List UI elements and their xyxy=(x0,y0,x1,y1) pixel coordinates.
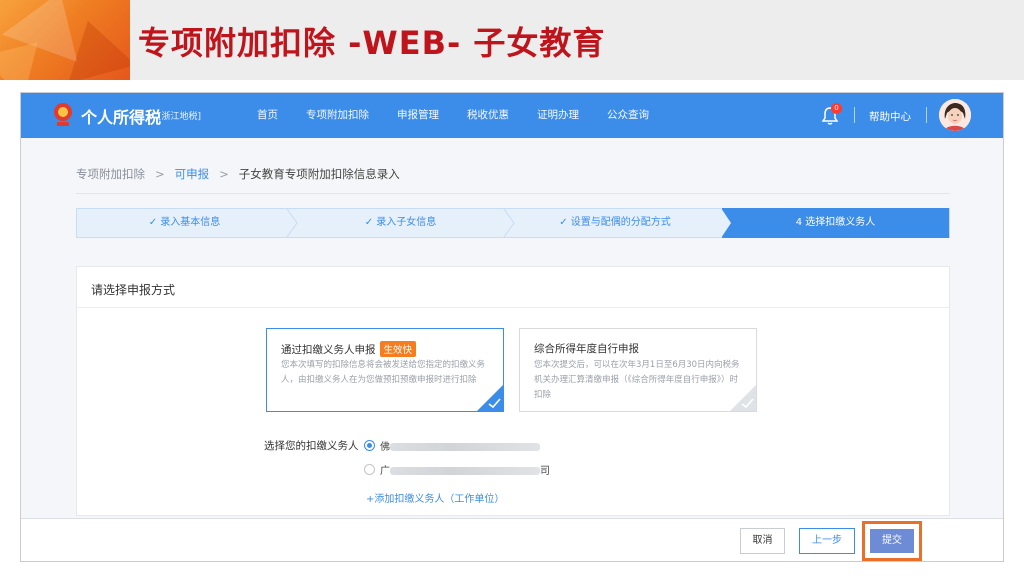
help-center-link[interactable]: 帮助中心 xyxy=(869,109,911,124)
redacted-text xyxy=(390,443,540,451)
slide-header: 专项附加扣除 -WEB- 子女教育 xyxy=(0,0,1024,80)
agent-select-label: 选择您的扣缴义务人 xyxy=(264,440,359,452)
nav-item-certificates[interactable]: 证明办理 xyxy=(537,93,579,138)
option-description: 您本次提交后，可以在次年3月1日至6月30日内向税务机关办理汇算清缴申报（《综合… xyxy=(534,360,740,400)
option-title-text: 综合所得年度自行申报 xyxy=(534,343,639,355)
agent-name-1[interactable]: 佛 xyxy=(380,438,540,453)
cancel-button[interactable]: 取消 xyxy=(740,528,785,554)
slide-title: 专项附加扣除 -WEB- 子女教育 xyxy=(138,24,606,62)
chevron-right-icon: > xyxy=(155,167,165,181)
nav-divider xyxy=(926,107,927,123)
nav-item-special-deduction[interactable]: 专项附加扣除 xyxy=(306,93,369,138)
step-progress: 4 选择扣缴义务人 ✓ 录入基本信息 ✓ 录入子女信息 ✓ 设置与配偶的分配方式 xyxy=(76,208,950,238)
notification-badge: 0 xyxy=(831,103,842,114)
user-avatar-icon xyxy=(939,99,971,131)
submit-button[interactable]: 提交 xyxy=(870,529,914,553)
breadcrumb-divider xyxy=(76,193,950,194)
redacted-text xyxy=(390,467,540,475)
fast-effect-badge: 生效快 xyxy=(379,341,417,357)
option-title: 通过扣缴义务人申报 生效快 xyxy=(281,341,417,357)
logo-text: 个人所得税 xyxy=(81,108,162,127)
card-divider xyxy=(77,307,949,308)
step-2-child-info: ✓ 录入子女信息 xyxy=(364,217,437,228)
nav-menu: 首页 专项附加扣除 申报管理 税收优惠 证明办理 公众查询 xyxy=(257,93,677,138)
action-footer: 取消 上一步 提交 xyxy=(21,518,1003,561)
check-icon xyxy=(741,398,754,409)
card-title: 请选择申报方式 xyxy=(91,283,176,297)
option-via-withholding-agent[interactable]: 通过扣缴义务人申报 生效快 您本次填写的扣除信息将会被发送给您指定的扣缴义务人，… xyxy=(266,328,504,412)
step-arrow xyxy=(721,208,731,238)
tax-emblem-icon xyxy=(54,103,72,126)
option-title-text: 通过扣缴义务人申报 xyxy=(281,343,376,356)
step-4-select-agent: 4 选择扣缴义务人 xyxy=(722,208,949,238)
previous-step-button[interactable]: 上一步 xyxy=(799,528,855,554)
breadcrumb: 专项附加扣除 > 可申报 > 子女教育专项附加扣除信息录入 xyxy=(76,166,400,182)
add-agent-link[interactable]: +添加扣缴义务人（工作单位） xyxy=(366,490,504,505)
agent-radio-2[interactable] xyxy=(364,464,375,475)
option-title: 综合所得年度自行申报 xyxy=(534,341,639,356)
slide-decoration xyxy=(0,0,130,80)
browser-screenshot: 个人所得税 [浙江地税] 首页 专项附加扣除 申报管理 税收优惠 证明办理 公众… xyxy=(20,92,1004,562)
nav-item-public-query[interactable]: 公众查询 xyxy=(607,93,649,138)
submit-highlight-box: 提交 xyxy=(862,521,922,561)
nav-item-home[interactable]: 首页 xyxy=(257,93,278,138)
nav-item-tax-benefits[interactable]: 税收优惠 xyxy=(467,93,509,138)
option-self-annual-declaration[interactable]: 综合所得年度自行申报 您本次提交后，可以在次年3月1日至6月30日内向税务机关办… xyxy=(519,328,757,412)
check-icon xyxy=(488,398,501,409)
agent-name-2[interactable]: 广司 xyxy=(380,462,550,477)
step-1-basic-info: ✓ 录入基本信息 xyxy=(148,217,221,228)
breadcrumb-item-special-deduction[interactable]: 专项附加扣除 xyxy=(76,166,145,182)
breadcrumb-item-current: 子女教育专项附加扣除信息录入 xyxy=(238,167,400,181)
nav-divider xyxy=(854,107,855,123)
declaration-method-card: 请选择申报方式 通过扣缴义务人申报 生效快 您本次填写的扣除信息将会被发送给您指… xyxy=(76,266,950,516)
breadcrumb-item-declarable[interactable]: 可申报 xyxy=(175,166,210,182)
chevron-right-icon: > xyxy=(219,167,229,181)
step-3-spouse-allocation: ✓ 设置与配偶的分配方式 xyxy=(559,217,671,228)
region-label: [浙江地税] xyxy=(158,112,202,122)
avatar[interactable] xyxy=(939,99,971,131)
option-description: 您本次填写的扣除信息将会被发送给您指定的扣缴义务人，由扣缴义务人在为您做预扣预缴… xyxy=(281,360,486,385)
agent-radio-1[interactable] xyxy=(364,440,375,451)
nav-item-declaration[interactable]: 申报管理 xyxy=(397,93,439,138)
top-navbar: 个人所得税 [浙江地税] 首页 专项附加扣除 申报管理 税收优惠 证明办理 公众… xyxy=(21,93,1003,138)
